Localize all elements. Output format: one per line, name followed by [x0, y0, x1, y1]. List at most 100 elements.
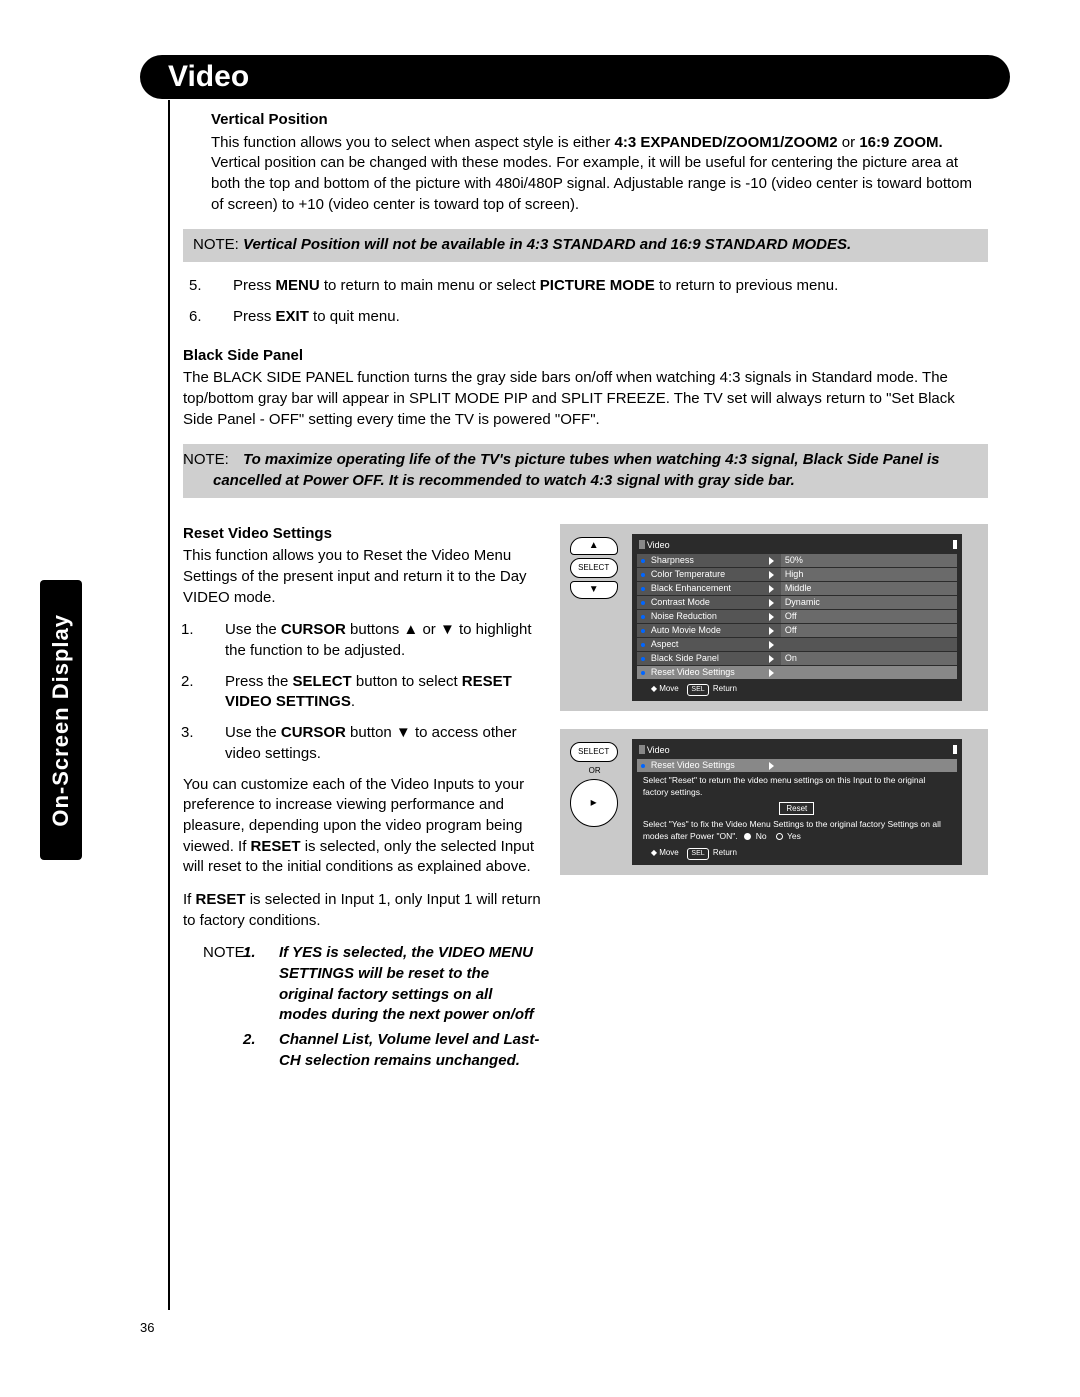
osd-row-value: On — [781, 652, 957, 665]
text: Use the — [225, 621, 281, 638]
vertical-position-note: NOTE: Vertical Position will not be avai… — [183, 229, 988, 262]
text-bold: EXIT — [276, 308, 309, 325]
osd-row-label: Reset Video Settings — [649, 759, 769, 771]
text: or — [838, 134, 860, 151]
osd-row-value: Dynamic — [781, 596, 957, 609]
osd-row-value: Off — [781, 624, 957, 637]
text: No — [756, 831, 767, 841]
remote-select-button: SELECT — [570, 558, 618, 578]
osd-row: Auto Movie Mode Off — [637, 624, 957, 637]
steps-continued: 5.Press MENU to return to main menu or s… — [183, 276, 988, 327]
remote-buttons: ▲ SELECT ▼ — [570, 534, 620, 602]
reset-step-2: 2.Press the SELECT button to select RESE… — [203, 672, 542, 713]
note-text: Vertical Position will not be available … — [243, 236, 851, 253]
text: Vertical position can be changed with th… — [211, 154, 972, 212]
black-side-panel-section: Black Side Panel The BLACK SIDE PANEL fu… — [183, 346, 988, 431]
reset-video-note: NOTE: 1.If YES is selected, the VIDEO ME… — [183, 943, 542, 1071]
black-side-panel-heading: Black Side Panel — [183, 346, 988, 367]
text: button to select — [352, 673, 462, 690]
note-item-2: 2.Channel List, Volume level and Last-CH… — [261, 1030, 542, 1071]
osd-row: Reset Video Settings — [637, 666, 957, 679]
reset-step-3: 3.Use the CURSOR button ▼ to access othe… — [203, 723, 542, 764]
step-5: 5.Press MENU to return to main menu or s… — [211, 276, 988, 297]
osd-figure-2: SELECT OR ▸ Video Reset Video Settings S… — [560, 729, 988, 875]
osd-row-label: Aspect — [649, 638, 769, 650]
sel-badge: SEL — [687, 684, 708, 696]
vertical-divider — [168, 100, 170, 1310]
osd-figure-1: ▲ SELECT ▼ Video Sharpness50%Color Tempe… — [560, 524, 988, 711]
osd-title-text: Video — [647, 539, 670, 551]
text-bold: 16:9 ZOOM. — [859, 134, 942, 151]
black-side-panel-body: The BLACK SIDE PANEL function turns the … — [183, 368, 988, 430]
radio-filled-icon — [744, 833, 751, 840]
osd-panel-1: Video Sharpness50%Color TemperatureHighB… — [632, 534, 962, 701]
osd-row: Sharpness50% — [637, 554, 957, 567]
osd-row-value: Middle — [781, 582, 957, 595]
text: Press — [233, 277, 276, 294]
reset-video-steps: 1.Use the CURSOR buttons ▲ or ▼ to highl… — [183, 620, 542, 764]
osd-row-label: Color Temperature — [649, 568, 769, 580]
text: Press the — [225, 673, 293, 690]
reset-video-para2: If RESET is selected in Input 1, only In… — [183, 890, 542, 931]
osd-row-label: Black Side Panel — [649, 652, 769, 664]
osd-row-label: Sharpness — [649, 554, 769, 566]
remote-or-label: OR — [570, 765, 620, 776]
text-bold: 4:3 EXPANDED/ZOOM1/ZOOM2 — [615, 134, 838, 151]
osd-row-value: Off — [781, 610, 957, 623]
osd-reset-button: Reset — [779, 802, 814, 815]
page-number: 36 — [140, 1320, 154, 1335]
text: This function allows you to select when … — [211, 134, 615, 151]
note-label: NOTE: — [193, 236, 243, 253]
osd-row: Contrast Mode Dynamic — [637, 596, 957, 609]
osd-row-label: Auto Movie Mode — [649, 624, 769, 636]
osd-footer: ◆ Move SEL Return — [637, 680, 957, 696]
text-bold: PICTURE MODE — [540, 277, 655, 294]
osd-row: Noise Reduction Off — [637, 610, 957, 623]
text: Return — [713, 848, 737, 857]
note-item-1: 1.If YES is selected, the VIDEO MENU SET… — [261, 943, 542, 1026]
side-tab-label: On-Screen Display — [48, 614, 74, 827]
text: Channel List, Volume level and Last-CH s… — [279, 1031, 539, 1069]
remote-dpad-icon: ▸ — [570, 779, 618, 827]
text: . — [351, 693, 355, 710]
vertical-position-heading: Vertical Position — [211, 110, 988, 131]
text-bold: RESET — [196, 891, 246, 908]
radio-empty-icon — [776, 833, 783, 840]
text-bold: CURSOR — [281, 621, 346, 638]
osd-reset-text-1: Select "Reset" to return the video menu … — [637, 773, 957, 800]
reset-video-intro: This function allows you to Reset the Vi… — [183, 546, 542, 608]
remote-down-icon: ▼ — [570, 581, 618, 599]
text-bold: MENU — [276, 277, 320, 294]
osd-row-label: Black Enhancement — [649, 582, 769, 594]
page-content: Vertical Position This function allows y… — [183, 110, 988, 1071]
text: to return to main menu or select — [320, 277, 540, 294]
text: Move — [659, 684, 679, 693]
text: to return to previous menu. — [655, 277, 838, 294]
text: Move — [659, 848, 679, 857]
reset-step-1: 1.Use the CURSOR buttons ▲ or ▼ to highl… — [203, 620, 542, 661]
vertical-position-body: This function allows you to select when … — [211, 133, 988, 216]
text: to quit menu. — [309, 308, 400, 325]
text: Yes — [787, 831, 801, 841]
osd-panel-2: Video Reset Video Settings Select "Reset… — [632, 739, 962, 865]
reset-video-right-column: ▲ SELECT ▼ Video Sharpness50%Color Tempe… — [560, 524, 988, 1072]
reset-video-section: Reset Video Settings This function allow… — [183, 524, 988, 1072]
osd-row-label: Noise Reduction — [649, 610, 769, 622]
osd-title: Video — [637, 539, 957, 551]
text: Press — [233, 308, 276, 325]
osd-row-value: High — [781, 568, 957, 581]
osd-reset-text-2: Select "Yes" to fix the Video Menu Setti… — [637, 817, 957, 844]
note-text: To maximize operating life of the TV's p… — [213, 451, 940, 489]
section-header: Video — [140, 55, 1010, 99]
text-bold: CURSOR — [281, 724, 346, 741]
text-bold: RESET — [251, 838, 301, 855]
osd-title-text: Video — [647, 744, 670, 756]
text: Return — [713, 684, 737, 693]
remote-select-button: SELECT — [570, 742, 618, 762]
osd-row-label: Contrast Mode — [649, 596, 769, 608]
osd-row-reset-video: Reset Video Settings — [637, 759, 957, 772]
step-6: 6.Press EXIT to quit menu. — [211, 307, 988, 328]
reset-video-para1: You can customize each of the Video Inpu… — [183, 775, 542, 878]
osd-row: Black Enhancement Middle — [637, 582, 957, 595]
text: If — [183, 891, 196, 908]
